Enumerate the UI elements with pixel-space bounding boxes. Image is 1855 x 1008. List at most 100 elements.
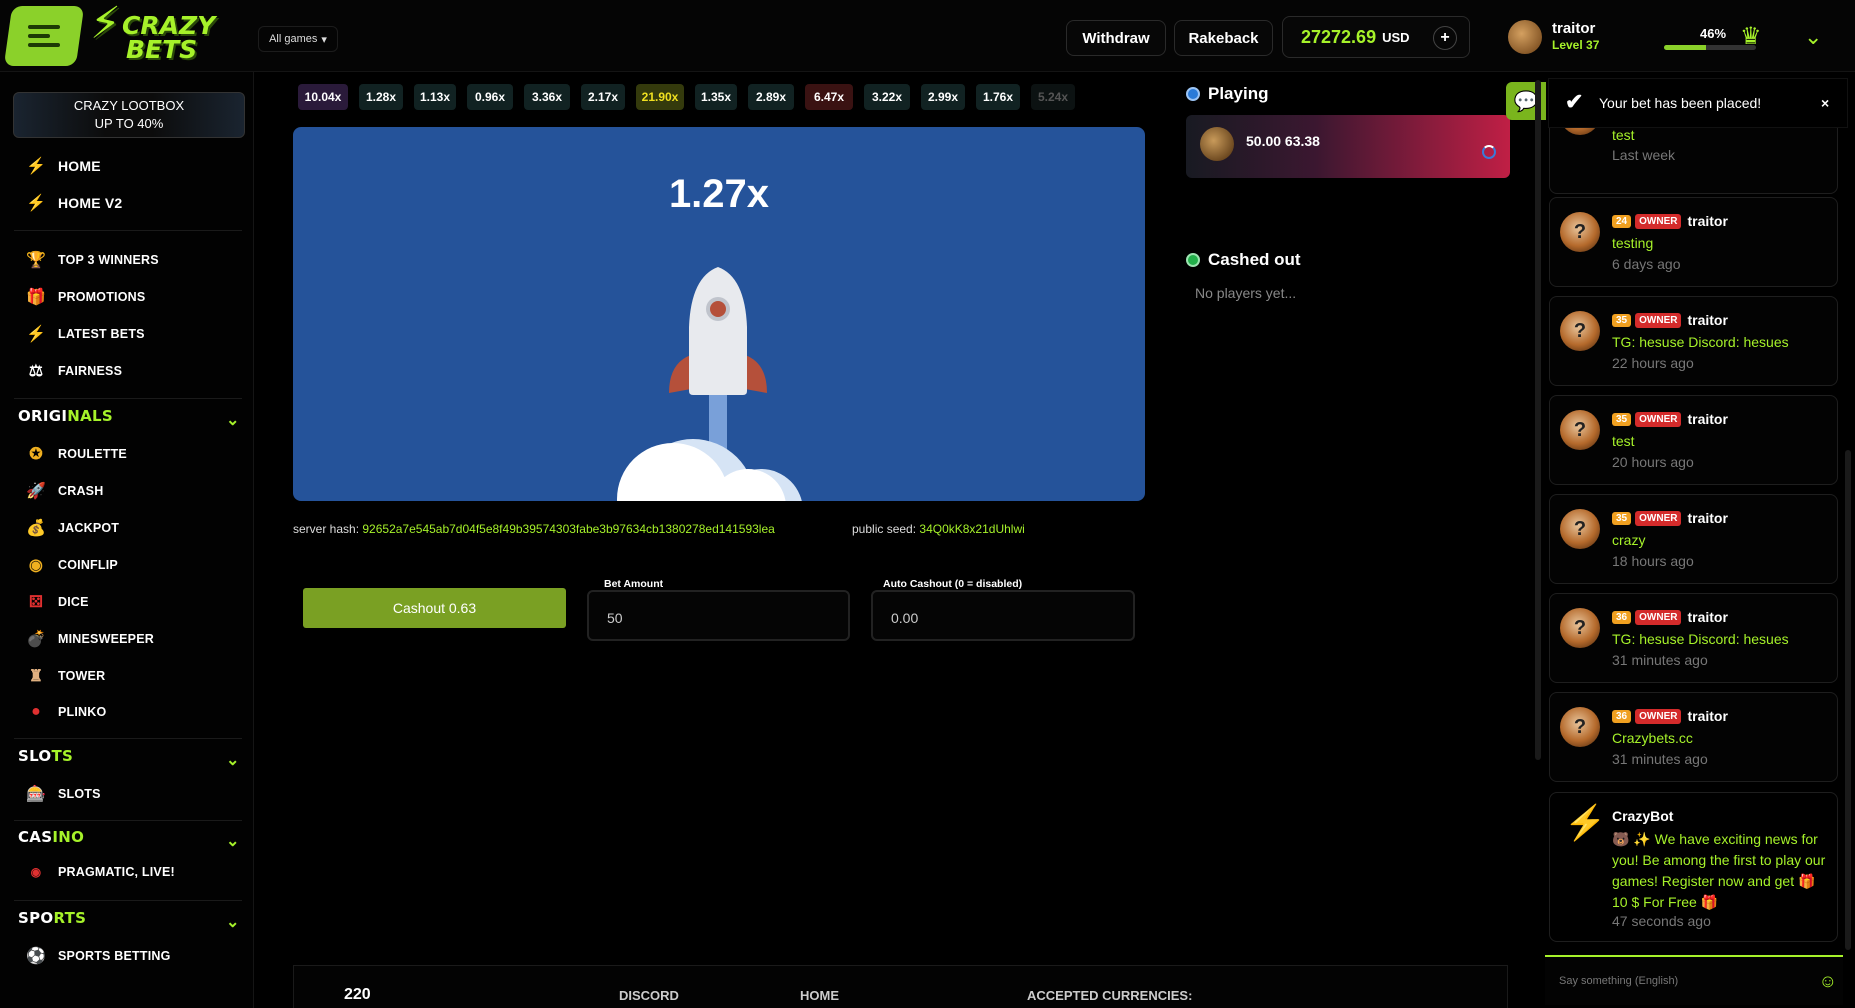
section-originals[interactable]: ORIGINALS [18,407,113,425]
chat-text: test [1612,433,1635,449]
server-hash-value[interactable]: 92652a7e545ab7d04f5e8f49b39574303fabe3b9… [362,522,774,536]
history-multiplier-chip[interactable]: 3.22x [864,84,910,110]
history-multiplier-chip[interactable]: 3.36x [524,84,570,110]
withdraw-button[interactable]: Withdraw [1066,20,1166,56]
lightning-icon: ⚡ [25,195,47,212]
sidebar-item-top-winners[interactable]: 🏆 TOP 3 WINNERS [24,250,159,270]
history-multiplier-chip[interactable]: 1.35x [695,84,737,110]
avatar[interactable]: ? [1560,707,1600,747]
toast-text: Your bet has been placed! [1599,95,1762,111]
chat-username[interactable]: traitor [1687,510,1727,526]
chat-scrollbar[interactable] [1535,80,1541,760]
avatar[interactable]: ? [1560,311,1600,351]
scale-icon: ⚖ [28,363,44,380]
user-name[interactable]: traitor [1552,20,1595,37]
balance-amount: 27272.69 [1301,26,1377,47]
avatar[interactable]: ? [1560,212,1600,252]
chevron-down-icon[interactable]: ⌄ [226,410,239,430]
chat-message-header: 24 OWNER traitor [1612,213,1728,229]
xp-progress-fill [1664,45,1707,50]
menu-button[interactable] [3,6,85,66]
avatar[interactable]: ? [1560,509,1600,549]
history-multiplier-chip[interactable]: 2.89x [748,84,794,110]
sidebar-item-tower[interactable]: ♜ TOWER [24,666,105,686]
level-badge: 35 [1612,313,1632,327]
public-seed-label: public seed: [852,522,917,536]
chat-time: 31 minutes ago [1612,652,1708,668]
auto-cashout-label: Auto Cashout (0 = disabled) [883,578,1023,590]
footer-link-home[interactable]: HOME [800,988,839,1003]
chevron-down-icon[interactable]: ⌄ [226,831,239,851]
sidebar-item-plinko[interactable]: ● PLINKO [24,703,106,721]
section-casino[interactable]: CASINO [18,828,84,846]
sidebar-item-crash[interactable]: 🚀 CRASH [24,481,103,501]
chat-username[interactable]: traitor [1687,411,1727,427]
chat-username[interactable]: traitor [1687,609,1727,625]
avatar[interactable]: ? [1560,410,1600,450]
ball-icon: ● [31,703,41,720]
avatar[interactable]: ? [1560,608,1600,648]
sidebar-item-promotions[interactable]: 🎁 PROMOTIONS [24,287,145,307]
lootbox-banner[interactable]: CRAZY LOOTBOX UP TO 40% [13,92,245,138]
chat-text: TG: hesuse Discord: hesues [1612,631,1789,647]
sidebar-item-pragmatic-live[interactable]: ◉ PRAGMATIC, LIVE! [24,865,175,879]
deposit-plus-button[interactable]: + [1433,26,1457,50]
trophy-icon: 🏆 [25,252,47,269]
sidebar-item-minesweeper[interactable]: 💣 MINESWEEPER [24,629,154,649]
sidebar-item-home[interactable]: ⚡ HOME [24,156,101,176]
sidebar-item-label: DICE [58,595,89,609]
sidebar-item-dice[interactable]: ⚄ DICE [24,592,89,612]
cashout-button[interactable]: Cashout 0.63 [303,588,566,628]
check-icon: ✔ [1565,89,1584,114]
chat-time: Last week [1612,147,1676,163]
chevron-down-icon[interactable]: ⌄ [226,912,239,932]
sidebar-item-slots[interactable]: 🎰 SLOTS [24,784,101,804]
history-multiplier-chip[interactable]: 10.04x [298,84,348,110]
chevron-down-icon[interactable]: ⌄ [226,750,239,770]
section-sports[interactable]: SPORTS [18,909,86,927]
chat-username[interactable]: traitor [1687,312,1727,328]
history-multiplier-chip[interactable]: 1.76x [976,84,1020,110]
history-multiplier-chip[interactable]: 21.90x [636,84,684,110]
sidebar-item-home-v2[interactable]: ⚡ HOME V2 [24,193,122,213]
sidebar-item-jackpot[interactable]: 💰 JACKPOT [24,518,119,538]
bomb-icon: 💣 [25,631,47,648]
chat-username[interactable]: traitor [1687,708,1727,724]
sidebar-item-roulette[interactable]: ✪ ROULETTE [24,444,127,464]
sidebar-item-latest-bets[interactable]: ⚡ LATEST BETS [24,324,145,344]
history-multiplier-chip[interactable]: 5.24x [1031,84,1075,110]
sidebar-item-fairness[interactable]: ⚖ FAIRNESS [24,361,122,381]
history-multiplier-chip[interactable]: 6.47x [805,84,853,110]
no-players-text: No players yet... [1195,285,1297,301]
server-hash: server hash: 92652a7e545ab7d04f5e8f49b39… [293,522,775,536]
history-multiplier-chip[interactable]: 1.13x [414,84,456,110]
user-menu-chevron-icon[interactable]: ⌄ [1804,24,1822,50]
sidebar-item-label: FAIRNESS [58,364,123,378]
lightning-icon: ⚡ [25,326,47,343]
public-seed-value[interactable]: 34Q0kK8x21dUhlwi [919,522,1024,536]
all-games-dropdown[interactable]: All games ▾ [258,26,338,52]
page-scrollbar[interactable] [1845,450,1851,950]
soccer-ball-icon: ⚽ [25,948,47,965]
chat-username[interactable]: traitor [1687,213,1727,229]
history-multiplier-chip[interactable]: 0.96x [467,84,513,110]
avatar[interactable] [1508,20,1542,54]
section-slots[interactable]: SLOTS [18,747,73,765]
chat-input[interactable]: Say something (English) ☺ [1545,955,1843,1005]
bet-amount-input[interactable]: 50 [587,590,850,641]
auto-cashout-input[interactable]: 0.00 [871,590,1135,641]
tower-icon: ♜ [28,668,44,685]
sidebar-item-sports-betting[interactable]: ⚽ SPORTS BETTING [24,946,171,966]
history-multiplier-chip[interactable]: 2.17x [581,84,625,110]
rakeback-button[interactable]: Rakeback [1174,20,1273,56]
history-multiplier-chip[interactable]: 2.99x [921,84,965,110]
emoji-icon[interactable]: ☺ [1819,971,1837,992]
section-title-part: TS [51,747,74,765]
close-icon[interactable]: × [1821,95,1829,111]
sidebar-item-label: SLOTS [58,787,101,801]
footer-link-discord[interactable]: DISCORD [619,988,679,1003]
chat-text: Crazybets.cc [1612,730,1693,746]
history-multiplier-chip[interactable]: 1.28x [359,84,403,110]
sidebar-item-coinflip[interactable]: ◉ COINFLIP [24,555,118,575]
level-badge: 35 [1612,511,1632,525]
